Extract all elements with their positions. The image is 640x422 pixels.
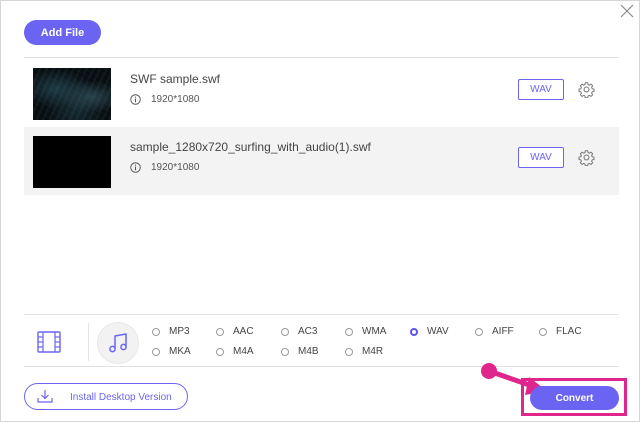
file-row: sample_1280x720_surfing_with_audio(1).sw… (24, 127, 619, 195)
video-thumbnail[interactable] (33, 136, 111, 188)
close-icon[interactable] (619, 3, 635, 19)
info-icon[interactable] (130, 94, 141, 105)
format-label: M4R (362, 346, 384, 357)
radio-button[interactable] (281, 347, 289, 356)
info-icon[interactable] (130, 162, 141, 173)
format-option-m4b[interactable]: M4B (281, 346, 319, 357)
music-note-icon (109, 333, 127, 353)
install-desktop-button[interactable]: Install Desktop Version (24, 383, 188, 410)
format-label: WAV (427, 326, 449, 337)
file-resolution: 1920*1080 (151, 94, 200, 105)
gear-icon[interactable] (578, 81, 595, 98)
radio-button[interactable] (345, 347, 353, 356)
file-info: 1920*1080 (130, 94, 199, 105)
format-label: MKA (169, 346, 191, 357)
format-label: M4B (298, 346, 319, 357)
output-format-button[interactable]: WAV (518, 79, 564, 100)
tab-divider (88, 323, 89, 361)
format-option-m4a[interactable]: M4A (216, 346, 254, 357)
radio-button[interactable] (539, 327, 547, 336)
format-option-wma[interactable]: WMA (345, 326, 386, 337)
format-label: AAC (233, 326, 254, 337)
add-file-button[interactable]: Add File (24, 20, 101, 45)
radio-button[interactable] (281, 327, 289, 336)
radio-button-selected[interactable] (410, 327, 418, 336)
converter-window: Add File SWF sample.swf 1920*1080 WAV sa… (0, 0, 640, 422)
video-thumbnail[interactable] (33, 68, 111, 120)
divider (24, 57, 619, 58)
radio-button[interactable] (345, 327, 353, 336)
format-label: AC3 (298, 326, 318, 337)
format-option-mka[interactable]: MKA (152, 346, 191, 357)
format-option-ac3[interactable]: AC3 (281, 326, 317, 337)
convert-button[interactable]: Convert (530, 386, 619, 410)
radio-button[interactable] (152, 347, 160, 356)
format-option-aac[interactable]: AAC (216, 326, 254, 337)
file-resolution: 1920*1080 (151, 162, 200, 173)
film-icon[interactable] (36, 329, 62, 355)
file-info: 1920*1080 (130, 162, 199, 173)
format-label: MP3 (169, 326, 190, 337)
gear-icon[interactable] (578, 149, 595, 166)
format-option-aiff[interactable]: AIFF (475, 326, 514, 337)
format-option-flac[interactable]: FLAC (539, 326, 582, 337)
file-name: sample_1280x720_surfing_with_audio(1).sw… (130, 140, 371, 154)
download-icon (37, 390, 53, 403)
radio-button[interactable] (216, 327, 224, 336)
output-format-button[interactable]: WAV (518, 147, 564, 168)
file-name: SWF sample.swf (130, 72, 221, 86)
file-row: SWF sample.swf 1920*1080 WAV (24, 59, 619, 127)
radio-button[interactable] (475, 327, 483, 336)
install-label: Install Desktop Version (70, 392, 172, 403)
format-option-mp3[interactable]: MP3 (152, 326, 190, 337)
audio-tab[interactable] (97, 322, 139, 364)
format-label: FLAC (556, 326, 582, 337)
radio-button[interactable] (152, 327, 160, 336)
format-label: AIFF (492, 326, 514, 337)
radio-button[interactable] (216, 347, 224, 356)
format-option-wav[interactable]: WAV (410, 326, 449, 337)
format-label: WMA (362, 326, 387, 337)
format-label: M4A (233, 346, 254, 357)
format-option-m4r[interactable]: M4R (345, 346, 383, 357)
